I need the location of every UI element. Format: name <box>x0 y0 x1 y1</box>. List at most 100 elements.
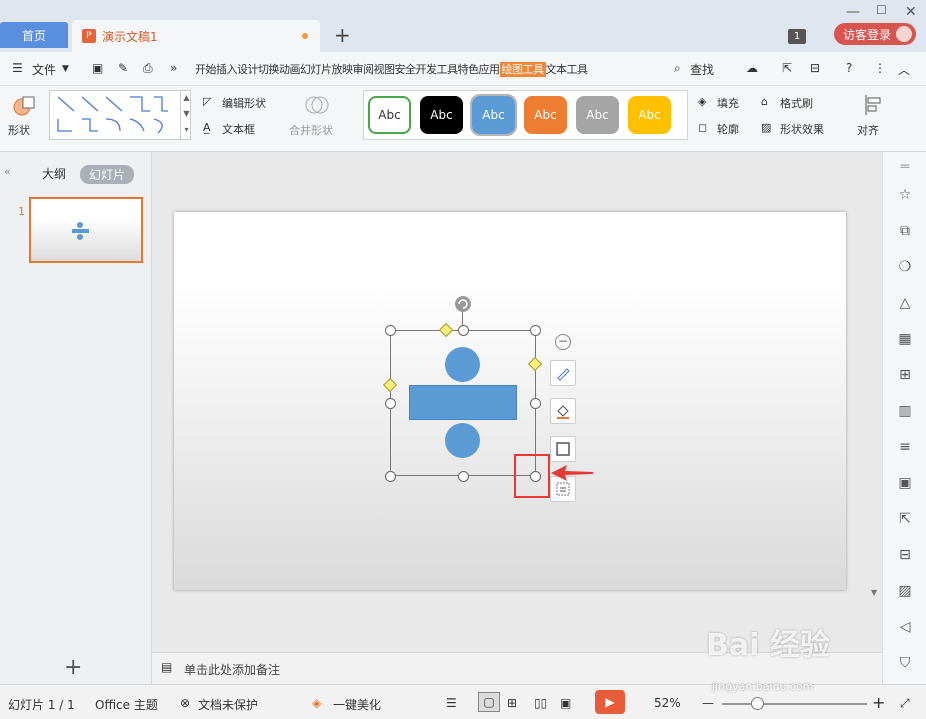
reading-view-icon[interactable]: ▯▯ <box>534 696 547 710</box>
resize-handle-bottom[interactable] <box>458 471 469 482</box>
resize-handle-bottom-left[interactable] <box>385 471 396 482</box>
menu-tab-animation[interactable]: 动画 <box>279 63 301 76</box>
menu-tab-insert[interactable]: 插入 <box>216 63 238 76</box>
style-gray[interactable]: Abc <box>576 96 619 134</box>
menu-tab-start[interactable]: 开始 <box>195 63 217 76</box>
align-button[interactable]: 对齐 <box>857 122 879 138</box>
resize-handle-top-left[interactable] <box>385 325 396 336</box>
rotate-handle-icon[interactable] <box>454 295 472 313</box>
shape-effect-button[interactable]: 形状效果 <box>780 121 824 137</box>
picture-stack-icon[interactable]: ▣ <box>896 474 914 492</box>
shield-icon[interactable]: ⛉ <box>896 654 914 672</box>
zoom-slider-thumb[interactable] <box>751 697 764 710</box>
zoom-slider[interactable] <box>722 703 867 705</box>
star-icon[interactable]: ☆ <box>896 186 914 204</box>
tab-outline[interactable]: 大纲 <box>42 165 66 182</box>
slide-thumbnail[interactable] <box>29 197 143 263</box>
hamburger-icon[interactable]: ☰ <box>12 61 23 75</box>
help-icon[interactable]: ? <box>846 61 852 75</box>
style-gold[interactable]: Abc <box>628 96 671 134</box>
zoom-in-icon[interactable]: + <box>872 693 885 712</box>
print-icon[interactable]: ⎙ <box>143 61 153 76</box>
outline-square-icon[interactable] <box>550 436 576 462</box>
add-slide-icon[interactable]: + <box>64 655 82 680</box>
triangle-icon[interactable]: △ <box>896 294 914 312</box>
more-icon[interactable]: ⋮ <box>874 61 886 75</box>
text-box-icon[interactable]: A̲ <box>203 121 211 134</box>
menu-tab-features[interactable]: 特色应用 <box>458 63 501 76</box>
presenter-icon[interactable]: ▣ <box>560 696 571 710</box>
shapes-icon[interactable]: ❍ <box>896 258 914 276</box>
style-black[interactable]: Abc <box>420 96 463 134</box>
menu-tab-slideshow[interactable]: 幻灯片放映 <box>300 63 353 76</box>
outline-icon[interactable]: ◻ <box>698 121 707 134</box>
menu-tab-drawing-tools[interactable]: 绘图工具 <box>499 62 546 77</box>
beautify-button[interactable]: 一键美化 <box>333 696 381 713</box>
slide-sorter-icon[interactable]: ⊞ <box>507 696 517 710</box>
format-painter-button[interactable]: 格式刷 <box>780 95 813 111</box>
visitor-login-button[interactable]: 访客登录 <box>834 23 916 45</box>
cloud-icon[interactable]: ☁ <box>746 61 758 75</box>
grid-icon[interactable]: ⊞ <box>896 366 914 384</box>
fill-bucket-icon[interactable] <box>550 398 576 424</box>
minimize-icon[interactable]: — <box>846 4 860 20</box>
align-icon[interactable] <box>863 94 883 116</box>
chevron-up-icon[interactable]: ︿ <box>898 61 910 78</box>
fill-button[interactable]: 填充 <box>717 95 739 111</box>
protect-status[interactable]: 文档未保护 <box>198 696 258 713</box>
division-dot-top[interactable] <box>445 347 480 382</box>
menu-tab-security[interactable]: 安全 <box>395 63 417 76</box>
collapse-icon[interactable]: ⊟ <box>810 61 820 75</box>
bar-chart-icon[interactable]: ▥ <box>896 402 914 420</box>
shape-button[interactable]: 形状 <box>8 122 30 138</box>
chevron-down-icon[interactable]: ▼ <box>62 64 69 74</box>
tab-home[interactable]: 首页 <box>0 22 68 48</box>
table-icon[interactable]: ▦ <box>896 330 914 348</box>
close-icon[interactable]: ✕ <box>905 4 917 20</box>
style-white-outline[interactable]: Abc <box>368 96 411 134</box>
resize-handle-right[interactable] <box>530 398 541 409</box>
export-icon[interactable]: ⇱ <box>896 510 914 528</box>
theme-name[interactable]: Office 主题 <box>95 696 158 713</box>
division-dot-bottom[interactable] <box>445 423 480 458</box>
share-icon[interactable]: ⇱ <box>782 61 792 75</box>
text-box-button[interactable]: 文本框 <box>222 121 255 137</box>
pen-icon[interactable] <box>550 360 576 386</box>
tab-document[interactable]: P 演示文稿1 <box>72 20 320 52</box>
audio-icon[interactable]: ◁ <box>896 618 914 636</box>
maximize-icon[interactable]: ☐ <box>876 3 887 17</box>
gallery-scroll[interactable]: ▲ ▼ ▾ <box>180 90 192 140</box>
tab-slides[interactable]: 幻灯片 <box>80 165 135 184</box>
archive-icon[interactable]: ⊟ <box>896 546 914 564</box>
menu-tab-developer[interactable]: 开发工具 <box>416 63 459 76</box>
fill-icon[interactable]: ◈ <box>698 95 706 108</box>
style-orange[interactable]: Abc <box>524 96 567 134</box>
collapse-toolbar-icon[interactable]: − <box>555 334 571 350</box>
menu-tab-view[interactable]: 视图 <box>374 63 396 76</box>
save-icon[interactable]: ▣ <box>92 61 103 75</box>
resize-handle-left[interactable] <box>385 398 396 409</box>
window-count-badge[interactable]: 1 <box>788 29 806 44</box>
search-label[interactable]: 查找 <box>690 61 714 78</box>
image-icon[interactable]: ▨ <box>896 582 914 600</box>
normal-view-icon[interactable]: ▢ <box>478 692 500 712</box>
resize-handle-top-right[interactable] <box>530 325 541 336</box>
menu-tab-review[interactable]: 审阅 <box>353 63 375 76</box>
division-bar[interactable] <box>409 385 517 420</box>
menu-tab-transition[interactable]: 切换 <box>258 63 280 76</box>
search-icon[interactable]: ⌕ <box>674 61 681 76</box>
zoom-level[interactable]: 52% <box>654 696 681 710</box>
edit-shape-button[interactable]: 编辑形状 <box>222 95 266 111</box>
new-tab-plus-icon[interactable]: + <box>334 24 351 46</box>
layers-icon[interactable]: ⧉ <box>896 222 914 240</box>
shape-icon[interactable] <box>12 94 36 116</box>
format-painter-icon[interactable]: ✎ <box>118 61 128 75</box>
outline-button[interactable]: 轮廓 <box>717 121 739 137</box>
scroll-down-icon[interactable]: ▼ <box>871 588 877 597</box>
menu-file[interactable]: 文件 <box>32 61 56 78</box>
menu-tab-design[interactable]: 设计 <box>237 63 259 76</box>
edit-shape-icon[interactable]: ◸ <box>203 95 211 108</box>
style-blue[interactable]: Abc <box>470 94 517 136</box>
shape-effect-icon[interactable]: ▨ <box>761 121 771 134</box>
zoom-out-icon[interactable]: — <box>702 696 714 710</box>
